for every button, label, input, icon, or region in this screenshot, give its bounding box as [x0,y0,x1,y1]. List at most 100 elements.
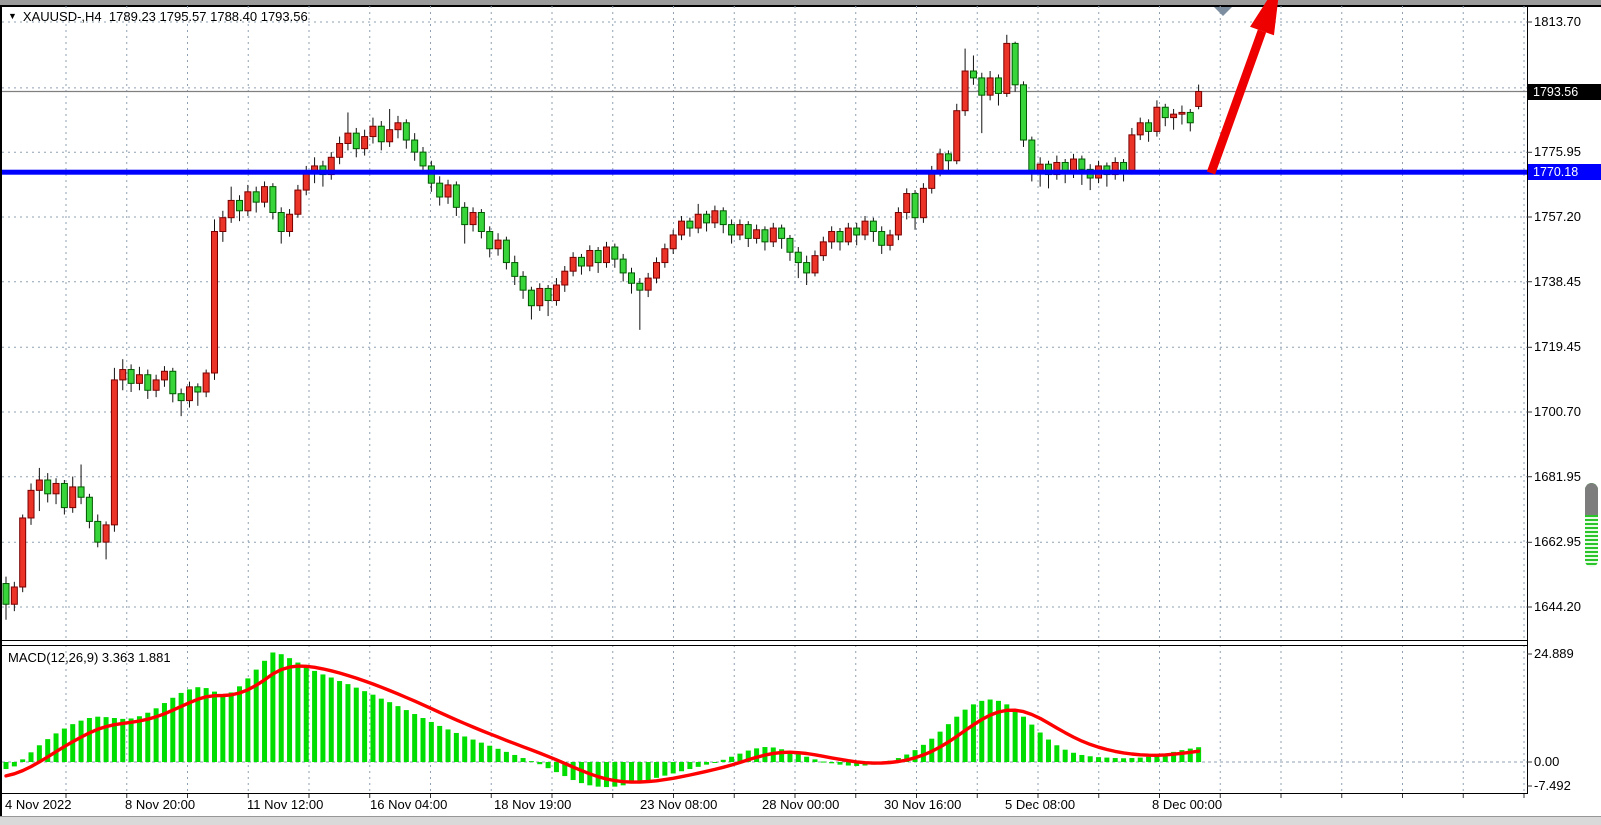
macd-histogram-bar [1129,758,1134,762]
bull-candle [770,228,776,242]
bull-candle [662,249,668,263]
bear-candle [412,140,418,152]
bull-candle [387,130,393,142]
macd-histogram-bar [1046,740,1051,762]
bear-candle [270,187,276,213]
bull-candle [28,490,34,518]
macd-histogram-bar [412,714,417,762]
bull-candle [670,235,676,249]
macd-histogram-bar [229,692,234,762]
macd-histogram-bar [329,678,334,762]
macd-histogram-bar [471,740,476,762]
macd-histogram-bar [4,762,9,769]
macd-histogram-bar [212,692,217,762]
macd-histogram-bar [712,762,717,763]
bull-candle [737,225,743,235]
chart-canvas [0,0,1601,825]
macd-histogram-bar [87,718,92,762]
bull-candle [1179,112,1185,114]
macd-histogram-bar [1021,717,1026,762]
macd-histogram-bar [304,667,309,762]
bull-candle [470,213,476,225]
bear-candle [61,483,67,507]
macd-histogram-bar [129,718,134,762]
bear-candle [945,154,951,161]
macd-histogram-bar [1029,725,1034,762]
bull-candle [954,111,960,161]
macd-histogram-bar [29,752,34,762]
bull-candle [495,240,501,249]
macd-histogram-bar [612,762,617,787]
macd-histogram-bar [462,736,467,762]
horizontal-support-line[interactable] [2,170,1527,175]
bull-candle [645,278,651,290]
bull-candle [845,228,851,242]
bull-candle [203,373,209,392]
symbol-dropdown-icon[interactable]: ▼ [8,11,17,21]
bear-candle [1020,85,1026,140]
bull-candle [228,200,234,217]
bull-candle [161,371,167,380]
macd-histogram-bar [988,700,993,762]
price-axis-label: 1813.70 [1534,14,1581,29]
bull-candle [587,250,593,266]
macd-histogram-bar [487,746,492,762]
symbol-timeframe-label: XAUUSD-,H4 [23,9,102,24]
macd-histogram-bar [1113,758,1118,762]
macd-histogram-bar [637,762,642,782]
bear-candle [979,78,985,95]
macd-histogram-bar [838,762,843,765]
trend-arrow-head[interactable] [1250,0,1281,35]
macd-histogram-bar [220,695,225,762]
macd-histogram-bar [354,688,359,762]
bull-candle [287,214,293,231]
bull-candle [136,375,142,384]
bull-candle [103,525,109,542]
macd-histogram-bar [687,762,692,769]
macd-histogram-bar [446,729,451,762]
macd-histogram-bar [812,759,817,762]
bull-candle [11,587,17,604]
scrollbar-thumb[interactable] [1585,483,1598,567]
bull-candle [245,192,251,211]
bear-candle [779,228,785,238]
macd-histogram-bar [237,686,242,762]
macd-histogram-bar [429,722,434,762]
macd-histogram-bar [1063,750,1068,762]
price-axis-label: 1757.20 [1534,209,1581,224]
time-axis-label: 4 Nov 2022 [5,797,72,812]
bear-candle [637,283,643,290]
bear-candle [278,213,284,232]
bear-candle [704,214,710,223]
bear-candle [837,231,843,241]
bull-candle [829,231,835,241]
bear-candle [620,259,626,273]
bear-candle [478,213,484,232]
bull-candle [754,230,760,239]
bear-candle [720,211,726,225]
macd-histogram-bar [662,762,667,776]
macd-histogram-bar [95,717,100,762]
bull-candle [603,247,609,263]
bull-candle [295,190,301,214]
bull-candle [537,288,543,305]
macd-histogram-bar [312,671,317,762]
bear-candle [3,584,9,605]
bull-candle [337,143,343,157]
bull-candle [345,133,351,143]
bull-candle [36,480,42,490]
bull-candle [895,213,901,235]
bear-candle [237,200,243,210]
time-axis-label: 16 Nov 04:00 [370,797,447,812]
bull-candle [679,221,685,235]
bull-candle [862,221,868,235]
bear-candle [1162,107,1168,117]
macd-histogram-bar [804,757,809,762]
bull-candle [904,194,910,213]
macd-histogram-bar [979,701,984,762]
bull-candle [186,387,192,401]
macd-histogram-bar [12,762,17,766]
bull-candle [820,242,826,256]
bull-candle [920,188,926,217]
bull-candle [111,380,117,525]
